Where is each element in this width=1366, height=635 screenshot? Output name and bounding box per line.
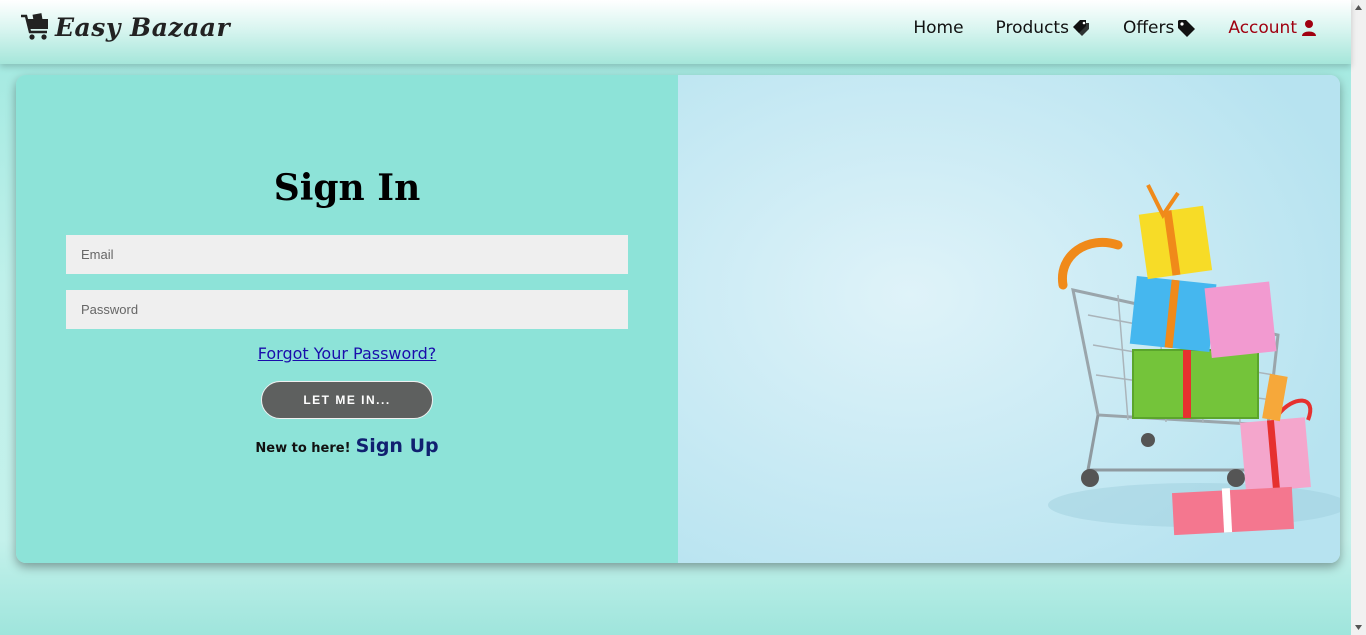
signin-card: Sign In Forgot Your Password? LET ME IN.… (16, 75, 1340, 563)
let-me-in-button[interactable]: LET ME IN... (261, 381, 433, 419)
nav-links: Home Products Offers Account (881, 18, 1319, 38)
nav-offers[interactable]: Offers (1123, 18, 1196, 38)
nav-account-label: Account (1228, 18, 1297, 38)
new-user-text: New to here! (255, 441, 351, 456)
nav-products[interactable]: Products (996, 18, 1091, 38)
top-navbar: Easy Bazaar Home Products Offers Account (0, 0, 1351, 64)
nav-offers-label: Offers (1122, 18, 1175, 38)
brand-logo[interactable]: Easy Bazaar (20, 12, 230, 42)
cart-logo-icon (21, 13, 48, 40)
nav-home-label: Home (913, 18, 964, 38)
signup-row: New to here! Sign Up (16, 435, 678, 457)
tags-icon (1072, 20, 1089, 36)
hero-image (678, 75, 1340, 563)
nav-products-label: Products (995, 18, 1069, 38)
vertical-scrollbar[interactable] (1351, 0, 1366, 635)
signin-form-panel: Sign In Forgot Your Password? LET ME IN.… (16, 75, 678, 563)
brand-name: Easy Bazaar (55, 12, 231, 42)
user-icon (1302, 20, 1316, 36)
nav-account[interactable]: Account (1228, 18, 1319, 38)
email-field[interactable] (66, 235, 628, 274)
password-field[interactable] (66, 290, 628, 329)
shopping-cart-with-gifts-image (678, 75, 1340, 563)
signup-link[interactable]: Sign Up (356, 435, 439, 457)
forgot-password-link[interactable]: Forgot Your Password? (16, 344, 678, 363)
nav-home[interactable]: Home (913, 18, 963, 38)
tag-icon (1178, 20, 1196, 37)
page-title: Sign In (273, 167, 421, 209)
scroll-down-arrow-icon[interactable] (1354, 623, 1363, 632)
scroll-up-arrow-icon[interactable] (1354, 3, 1363, 12)
